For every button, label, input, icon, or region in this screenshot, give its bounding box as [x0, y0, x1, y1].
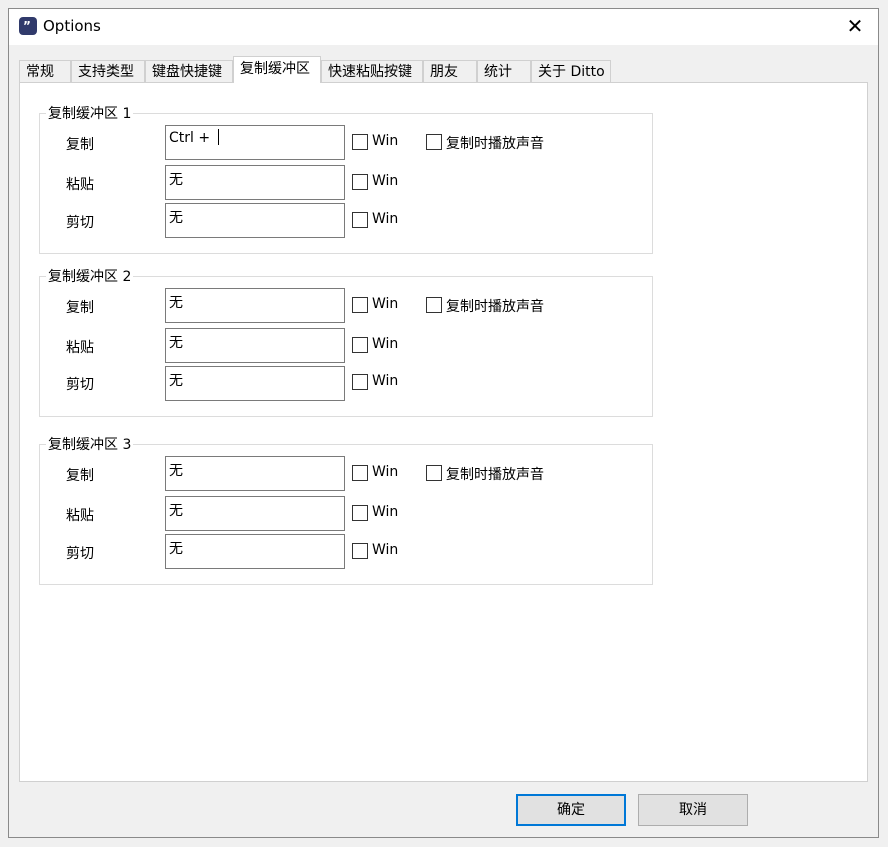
copy-buffers-panel: 复制缓冲区 1 复制 Ctrl + Win 复制时播放声音 粘贴 无 Win 剪… [19, 82, 868, 782]
copy-hotkey-field[interactable]: Ctrl + [165, 125, 345, 160]
win-label: Win [372, 211, 399, 227]
win-label: Win [372, 133, 399, 149]
play-sound-checkbox[interactable] [426, 134, 442, 150]
cut-label: 剪切 [66, 215, 94, 231]
win-label: Win [372, 296, 399, 312]
group-title: 复制缓冲区 2 [46, 266, 134, 286]
copy-label: 复制 [66, 137, 94, 153]
tab-about-ditto[interactable]: 关于 Ditto [531, 60, 611, 82]
win-label: Win [372, 542, 399, 558]
copy-label: 复制 [66, 300, 94, 316]
paste-hotkey-field[interactable]: 无 [165, 328, 345, 363]
paste-label: 粘贴 [66, 340, 94, 356]
win-label: Win [372, 336, 399, 352]
paste-win-checkbox[interactable] [352, 174, 368, 190]
tab-supported-types[interactable]: 支持类型 [71, 60, 145, 82]
copy-buffer-group-1: 复制缓冲区 1 复制 Ctrl + Win 复制时播放声音 粘贴 无 Win 剪… [39, 103, 653, 254]
hotkey-value: Ctrl + [169, 130, 215, 146]
paste-label: 粘贴 [66, 177, 94, 193]
cut-label: 剪切 [66, 377, 94, 393]
play-sound-checkbox[interactable] [426, 297, 442, 313]
copy-hotkey-field[interactable]: 无 [165, 456, 345, 491]
play-sound-label: 复制时播放声音 [446, 136, 544, 152]
options-window: ” Options ✕ 常规 支持类型 键盘快捷键 复制缓冲区 快速粘贴按键 朋… [8, 8, 879, 838]
ok-button[interactable]: 确定 [516, 794, 626, 826]
window-title: Options [43, 17, 101, 35]
close-icon[interactable]: ✕ [844, 15, 866, 37]
text-caret [217, 129, 219, 145]
cut-win-checkbox[interactable] [352, 374, 368, 390]
tab-general[interactable]: 常规 [19, 60, 71, 82]
title-bar[interactable]: ” Options ✕ [9, 9, 878, 45]
cut-hotkey-field[interactable]: 无 [165, 366, 345, 401]
cut-win-checkbox[interactable] [352, 543, 368, 559]
cut-hotkey-field[interactable]: 无 [165, 203, 345, 238]
copy-win-checkbox[interactable] [352, 465, 368, 481]
cut-hotkey-field[interactable]: 无 [165, 534, 345, 569]
app-icon-glyph: ” [23, 19, 31, 33]
tab-stats[interactable]: 统计 [477, 60, 531, 82]
ditto-app-icon: ” [19, 17, 37, 35]
group-title: 复制缓冲区 3 [46, 434, 134, 454]
win-label: Win [372, 373, 399, 389]
copy-label: 复制 [66, 468, 94, 484]
win-label: Win [372, 504, 399, 520]
win-label: Win [372, 173, 399, 189]
cut-win-checkbox[interactable] [352, 212, 368, 228]
paste-win-checkbox[interactable] [352, 505, 368, 521]
tab-quick-paste-keys[interactable]: 快速粘贴按键 [321, 60, 423, 82]
cut-label: 剪切 [66, 546, 94, 562]
paste-hotkey-field[interactable]: 无 [165, 496, 345, 531]
paste-win-checkbox[interactable] [352, 337, 368, 353]
play-sound-label: 复制时播放声音 [446, 299, 544, 315]
copy-win-checkbox[interactable] [352, 134, 368, 150]
tab-keyboard-shortcuts[interactable]: 键盘快捷键 [145, 60, 233, 82]
win-label: Win [372, 464, 399, 480]
play-sound-label: 复制时播放声音 [446, 467, 544, 483]
copy-win-checkbox[interactable] [352, 297, 368, 313]
play-sound-checkbox[interactable] [426, 465, 442, 481]
copy-buffer-group-3: 复制缓冲区 3 复制 无 Win 复制时播放声音 粘贴 无 Win 剪切 无 W… [39, 434, 653, 585]
group-title: 复制缓冲区 1 [46, 103, 134, 123]
paste-label: 粘贴 [66, 508, 94, 524]
cancel-button[interactable]: 取消 [638, 794, 748, 826]
copy-buffer-group-2: 复制缓冲区 2 复制 无 Win 复制时播放声音 粘贴 无 Win 剪切 无 W… [39, 266, 653, 417]
tab-friends[interactable]: 朋友 [423, 60, 477, 82]
tab-copy-buffers[interactable]: 复制缓冲区 [233, 56, 321, 83]
copy-hotkey-field[interactable]: 无 [165, 288, 345, 323]
paste-hotkey-field[interactable]: 无 [165, 165, 345, 200]
